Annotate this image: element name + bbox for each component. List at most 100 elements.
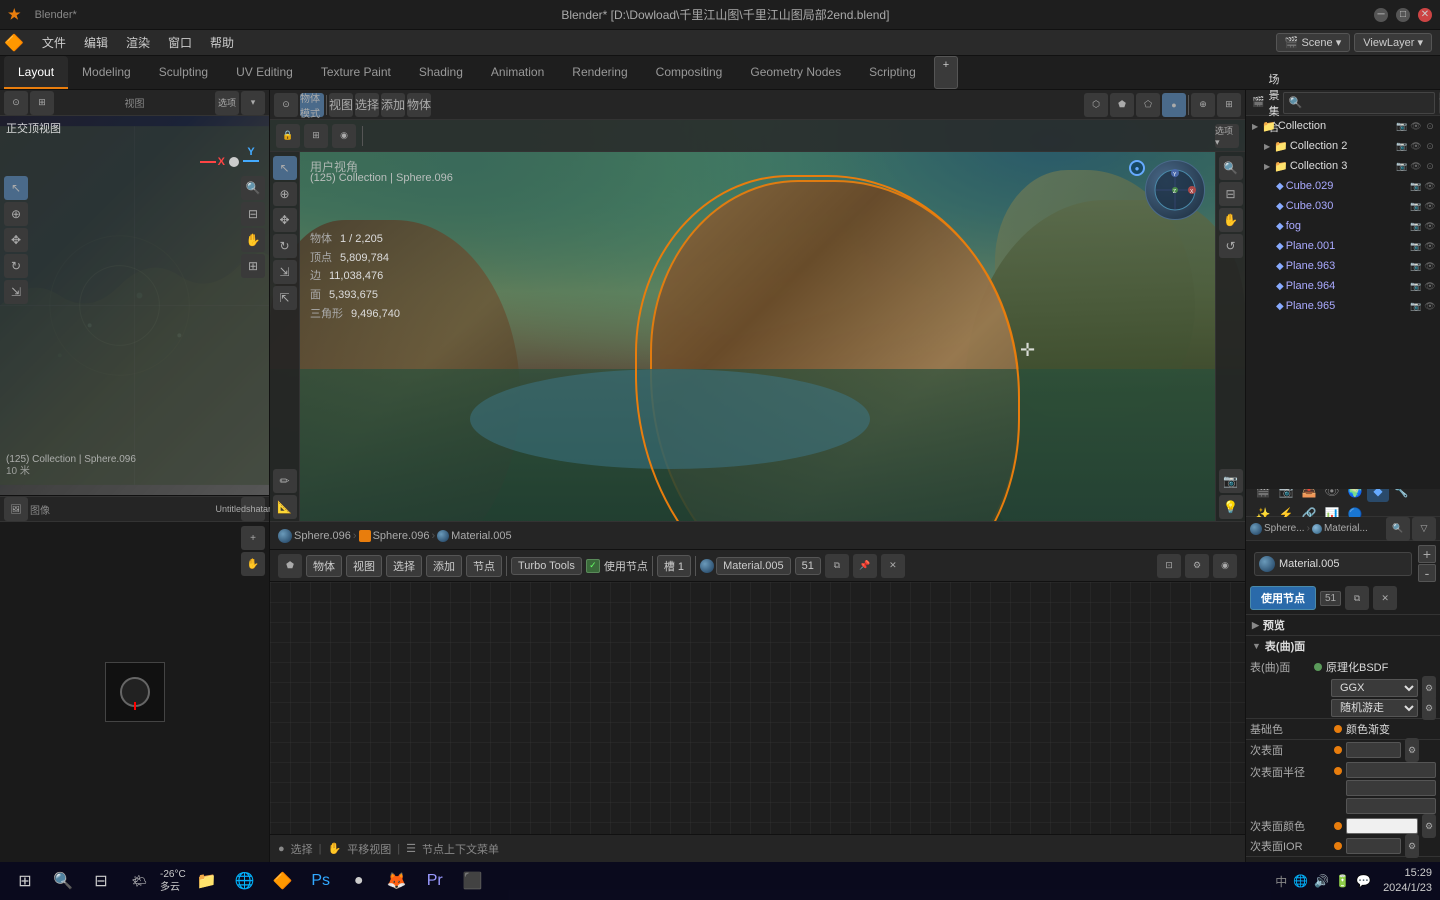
add-workspace-btn[interactable]: + (934, 56, 958, 89)
outliner-search[interactable] (1283, 92, 1435, 114)
shading-wireframe[interactable]: ⬡ (1084, 93, 1108, 117)
tab-modeling[interactable]: Modeling (68, 56, 145, 89)
shading-rendered[interactable]: ● (1162, 93, 1186, 117)
close-btn[interactable]: ✕ (1418, 8, 1432, 22)
subsurface-color-options[interactable]: ⚙ (1422, 814, 1436, 838)
preview-header[interactable]: ▶ 预览 (1246, 615, 1440, 635)
vp-top-options[interactable]: 选项 ▾ (1215, 124, 1239, 148)
menu-help[interactable]: 帮助 (202, 32, 242, 53)
systray-battery[interactable]: 🔋 (1335, 874, 1350, 888)
tab-layout[interactable]: Layout (4, 56, 68, 89)
vp-icon-btn1[interactable]: ⊙ (274, 93, 298, 117)
systray-notification[interactable]: 💬 (1356, 874, 1371, 888)
vis-plane964-camera[interactable]: 📷 (1410, 281, 1422, 292)
vis-c2-eye[interactable]: 👁 (1410, 141, 1422, 152)
viewport-gizmo[interactable]: Y X Z (1145, 160, 1205, 220)
menu-render[interactable]: 渲染 (118, 32, 158, 53)
bc-item1[interactable]: Sphere.096 (294, 530, 351, 542)
turbo-tools-btn[interactable]: Turbo Tools (511, 557, 582, 575)
left-tool-rotate[interactable]: ↻ (4, 254, 28, 278)
taskbar-premiere[interactable]: Pr (418, 864, 452, 898)
use-nodes-checkbox[interactable]: ✓ (586, 559, 600, 573)
outliner-item-collection3[interactable]: ▶ 📁 Collection 3 📷 👁 ⊙ (1246, 156, 1440, 176)
left-tool-cursor[interactable]: ⊕ (4, 202, 28, 226)
node-view-menu[interactable]: 视图 (346, 555, 382, 577)
vp-object-mode[interactable]: 物体模式 (300, 93, 324, 117)
tab-scripting[interactable]: Scripting (855, 56, 930, 89)
preview-img-selector[interactable]: Untitledshatan.001 (241, 497, 265, 521)
tab-compositing[interactable]: Compositing (642, 56, 737, 89)
left-tool-select[interactable]: ↖ (4, 176, 28, 200)
tool-scale[interactable]: ⇲ (273, 260, 297, 284)
menu-edit[interactable]: 编辑 (76, 32, 116, 53)
vp-add-menu[interactable]: 添加 (381, 93, 405, 117)
node-canvas[interactable]: 텍스처 변환 색조/채도 (270, 582, 1245, 834)
subsurface-value[interactable]: 0.000 (1346, 742, 1401, 758)
outliner-item-fog[interactable]: ◆ fog 📷 👁 (1246, 216, 1440, 236)
tab-uv-editing[interactable]: UV Editing (222, 56, 307, 89)
tab-rendering[interactable]: Rendering (558, 56, 641, 89)
tool-annotate[interactable]: ✏ (273, 469, 297, 493)
win-taskview-btn[interactable]: ⊟ (84, 864, 118, 898)
subsurface-color-swatch[interactable] (1346, 818, 1418, 834)
vp-grid-btn[interactable]: ⊞ (304, 124, 328, 148)
vis-render[interactable]: ⊙ (1424, 121, 1436, 132)
preview-add-marker[interactable]: + (241, 526, 265, 550)
subsurface-options[interactable]: ⚙ (1405, 738, 1419, 762)
vis-plane001-camera[interactable]: 📷 (1410, 241, 1422, 252)
vis-cube029-eye[interactable]: 👁 (1424, 181, 1436, 192)
pin-mat-btn[interactable]: 📌 (853, 554, 877, 578)
taskbar-firefox[interactable]: 🦊 (380, 864, 414, 898)
props-render-tab[interactable]: 📷 (1275, 489, 1297, 502)
left-vp-view-btn2[interactable]: ⊞ (30, 91, 54, 115)
node-object-menu[interactable]: 物体 (306, 555, 342, 577)
shading-material[interactable]: ⬠ (1136, 93, 1160, 117)
vis-cube030-camera[interactable]: 📷 (1410, 201, 1422, 212)
vis-c3-camera[interactable]: 📷 (1396, 161, 1408, 172)
left-vp-options[interactable]: 选项 (215, 91, 239, 115)
systray-volume[interactable]: 🔊 (1314, 874, 1329, 888)
sub-b[interactable]: 0.100 (1346, 798, 1436, 814)
left-tool-move[interactable]: ✥ (4, 228, 28, 252)
props-world-tab[interactable]: 🌍 (1344, 489, 1366, 502)
material-count-btn[interactable]: 51 (795, 557, 821, 575)
viewport-gizmo-btn[interactable]: ⊞ (1217, 93, 1241, 117)
left-tool-scale[interactable]: ⇲ (4, 280, 28, 304)
node-add-menu[interactable]: 添加 (426, 555, 462, 577)
mat-remove-btn[interactable]: - (1418, 564, 1436, 582)
sub-g[interactable]: 0.200 (1346, 780, 1436, 796)
vis-c2-camera[interactable]: 📷 (1396, 141, 1408, 152)
mat-del-btn[interactable]: ✕ (1373, 586, 1397, 610)
vis-cube030-eye[interactable]: 👁 (1424, 201, 1436, 212)
props-modifier-tab[interactable]: 🔧 (1390, 489, 1412, 502)
surface-header[interactable]: ▼ 表(曲)面 (1246, 636, 1440, 656)
left-vp-expand[interactable]: ▾ (241, 91, 265, 115)
taskbar-file[interactable]: 📁 (190, 864, 224, 898)
subsurface-ior-options[interactable]: ⚙ (1405, 834, 1419, 858)
outliner-item-cube030[interactable]: ◆ Cube.030 📷 👁 (1246, 196, 1440, 216)
taskbar-photoshop[interactable]: Ps (304, 864, 338, 898)
mat-copy-btn[interactable]: ⧉ (1345, 586, 1369, 610)
tab-texture-paint[interactable]: Texture Paint (307, 56, 405, 89)
left-vp-view-btn[interactable]: ⊙ (4, 91, 28, 115)
preview-mode-btn[interactable]: 🖼 (4, 497, 28, 521)
subsurface-method-select[interactable]: 随机游走 Burley (1331, 699, 1418, 717)
vis-plane964-eye[interactable]: 👁 (1424, 281, 1436, 292)
outliner-item-plane963[interactable]: ◆ Plane.963 📷 👁 (1246, 256, 1440, 276)
mat-add-btn[interactable]: + (1418, 545, 1436, 563)
distribution-select[interactable]: GGX Multiscatter GGX (1331, 679, 1418, 697)
taskbar-terminal[interactable]: ⬛ (456, 864, 490, 898)
vp-scene-lights[interactable]: 💡 (1219, 495, 1243, 519)
node-mode-icon[interactable]: ⬟ (278, 554, 302, 578)
viewport-overlay-btn[interactable]: ⊕ (1191, 93, 1215, 117)
vis-plane001-eye[interactable]: 👁 (1424, 241, 1436, 252)
outliner-item-plane965[interactable]: ◆ Plane.965 📷 👁 (1246, 296, 1440, 316)
shading-solid[interactable]: ⬟ (1110, 93, 1134, 117)
vis-c2-render[interactable]: ⊙ (1424, 141, 1436, 152)
vis-c3-eye[interactable]: 👁 (1410, 161, 1422, 172)
vis-plane963-camera[interactable]: 📷 (1410, 261, 1422, 272)
node-select-menu[interactable]: 选择 (386, 555, 422, 577)
vp-zoom-out[interactable]: ⊟ (1219, 182, 1243, 206)
vp-view-menu[interactable]: 视图 (329, 93, 353, 117)
bc-item3[interactable]: Material.005 (451, 530, 512, 542)
